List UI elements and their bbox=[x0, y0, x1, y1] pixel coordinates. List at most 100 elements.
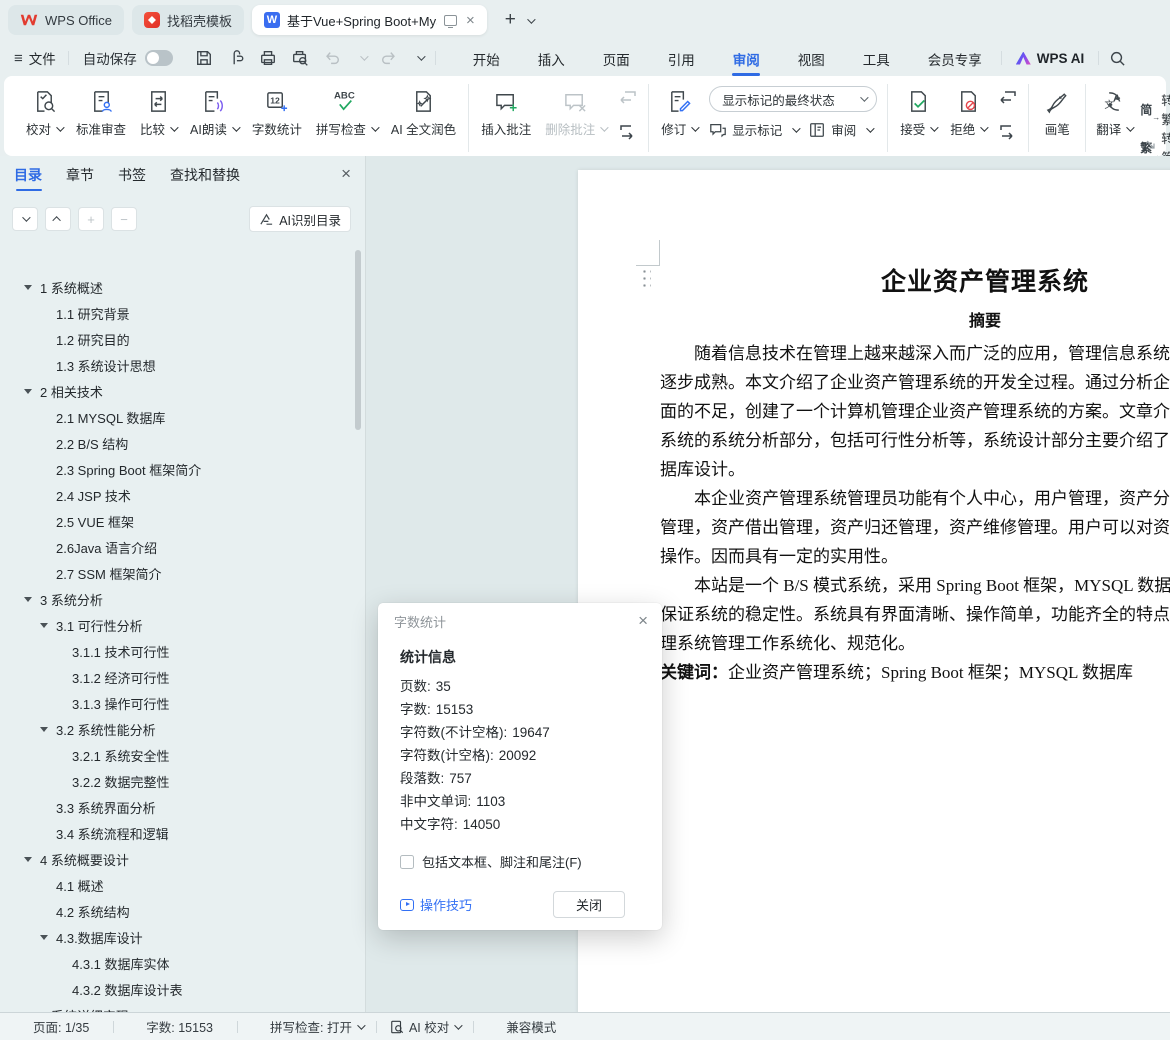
document-page[interactable]: 企业资产管理系统 摘要 随着信息技术在管理上越来越深入而广泛的应用，管理信息系统… bbox=[578, 170, 1170, 1012]
toc-zoom-in-button[interactable]: + bbox=[78, 207, 104, 231]
document-text-line[interactable]: 面的不足，创建了一个计算机管理企业资产管理系统的方案。文章介绍 bbox=[660, 397, 1170, 426]
document-text-line[interactable]: 管理，资产借出管理，资产归还管理，资产维修管理。用户可以对资产 bbox=[660, 513, 1170, 542]
toc-caret-icon[interactable] bbox=[24, 285, 40, 290]
close-tab-icon[interactable]: × bbox=[466, 13, 475, 28]
toc-item[interactable]: 3.1 可行性分析 bbox=[0, 612, 365, 638]
ribbon-tab[interactable]: 开始 bbox=[473, 41, 500, 76]
toc-item[interactable]: 3.1.3 操作可行性 bbox=[0, 690, 365, 716]
standard-review-button[interactable]: 标准审查 bbox=[70, 84, 132, 141]
review-pane-button[interactable]: 审阅 bbox=[808, 120, 875, 139]
previous-revision-icon[interactable] bbox=[996, 86, 1020, 110]
toc-caret-icon[interactable] bbox=[24, 597, 40, 602]
revise-button[interactable]: 修订 bbox=[655, 84, 703, 141]
translate-button[interactable]: A文 翻译 bbox=[1092, 84, 1136, 141]
tips-link[interactable]: 操作技巧 bbox=[400, 895, 472, 914]
save-icon[interactable] bbox=[195, 49, 213, 67]
ribbon-tab[interactable]: 会员专享 bbox=[928, 41, 982, 76]
new-tab-button[interactable]: + bbox=[505, 9, 516, 31]
document-text-line[interactable]: 理系统管理工作系统化、规范化。 bbox=[660, 629, 1170, 658]
search-icon[interactable] bbox=[1109, 50, 1126, 67]
file-menu-button[interactable]: ≡ 文件 bbox=[0, 48, 68, 68]
present-monitor-icon[interactable] bbox=[443, 14, 457, 28]
toc-caret-icon[interactable] bbox=[24, 857, 40, 862]
ribbon-tab[interactable]: 插入 bbox=[538, 41, 565, 76]
quick-access-more-icon[interactable] bbox=[416, 52, 426, 61]
toc-item[interactable]: 4.3.数据库设计 bbox=[0, 924, 365, 950]
autosave-toggle[interactable] bbox=[144, 50, 173, 66]
checkbox[interactable] bbox=[400, 854, 414, 869]
toc-item[interactable]: 3 系统分析 bbox=[0, 586, 365, 612]
spell-check-button[interactable]: ABC 拼写检查 bbox=[310, 84, 383, 141]
ribbon-tab[interactable]: 页面 bbox=[603, 41, 630, 76]
document-text-line[interactable]: 本站是一个 B/S 模式系统，采用 Spring Boot 框架，MYSQL 数… bbox=[660, 571, 1170, 600]
sidebar-tab[interactable]: 查找和替换 bbox=[170, 157, 240, 191]
sidebar-close-icon[interactable]: × bbox=[341, 164, 351, 184]
status-item[interactable]: 字数: 15153 bbox=[100, 1017, 224, 1036]
sidebar-tab[interactable]: 章节 bbox=[66, 157, 94, 191]
toc-item[interactable]: 4.2 系统结构 bbox=[0, 898, 365, 924]
ribbon-tab[interactable]: 审阅 bbox=[733, 41, 760, 76]
ai-read-button[interactable]: AI朗读 bbox=[184, 84, 244, 141]
toc-caret-icon[interactable] bbox=[40, 623, 56, 628]
wps-ai-button[interactable]: WPS AI bbox=[1015, 51, 1084, 66]
toc-item[interactable]: 4.3.2 数据库设计表 bbox=[0, 976, 365, 1002]
export-pdf-icon[interactable] bbox=[227, 49, 245, 67]
toc-item[interactable]: 3.3 系统界面分析 bbox=[0, 794, 365, 820]
toc-item[interactable]: 5 系统详细实现 bbox=[0, 1002, 365, 1013]
toc-caret-icon[interactable] bbox=[40, 935, 56, 940]
previous-comment-icon[interactable] bbox=[616, 86, 640, 110]
toc-item[interactable]: 2 相关技术 bbox=[0, 378, 365, 404]
toc-item[interactable]: 1.1 研究背景 bbox=[0, 300, 365, 326]
toc-item[interactable]: 2.7 SSM 框架简介 bbox=[0, 560, 365, 586]
toc-item[interactable]: 4 系统概要设计 bbox=[0, 846, 365, 872]
proofread-button[interactable]: 校对 bbox=[20, 84, 68, 141]
toc-item[interactable]: 2.1 MYSQL 数据库 bbox=[0, 404, 365, 430]
redo-icon[interactable] bbox=[380, 49, 398, 67]
toc-item[interactable]: 1 系统概述 bbox=[0, 274, 365, 300]
document-text-line[interactable]: 系统的系统分析部分，包括可行性分析等，系统设计部分主要介绍了系 bbox=[660, 426, 1170, 455]
status-item[interactable]: AI 校对 bbox=[363, 1017, 463, 1036]
status-item[interactable]: 页面: 1/35 bbox=[14, 1017, 100, 1036]
toc-item[interactable]: 2.6Java 语言介绍 bbox=[0, 534, 365, 560]
reject-button[interactable]: 拒绝 bbox=[944, 84, 992, 141]
include-footnotes-option[interactable]: 包括文本框、脚注和尾注(F) bbox=[400, 852, 640, 871]
toc-collapse-all-button[interactable] bbox=[45, 207, 71, 231]
word-count-button[interactable]: 12 字数统计 bbox=[246, 84, 308, 141]
toc-item[interactable]: 2.5 VUE 框架 bbox=[0, 508, 365, 534]
next-comment-icon[interactable] bbox=[616, 120, 640, 144]
insert-comment-button[interactable]: 插入批注 bbox=[475, 84, 537, 141]
simplified-to-traditional-button[interactable]: 简 转繁 bbox=[1140, 90, 1170, 128]
tab-docer-template[interactable]: 找稻壳模板 bbox=[131, 5, 244, 35]
toc-item[interactable]: 2.3 Spring Boot 框架简介 bbox=[0, 456, 365, 482]
toc-item[interactable]: 3.1.1 技术可行性 bbox=[0, 638, 365, 664]
print-preview-icon[interactable] bbox=[291, 49, 309, 67]
document-text-line[interactable]: 逐步成熟。本文介绍了企业资产管理系统的开发全过程。通过分析企业 bbox=[660, 368, 1170, 397]
toc-item[interactable]: 3.4 系统流程和逻辑 bbox=[0, 820, 365, 846]
dialog-header[interactable]: 字数统计 × bbox=[378, 603, 662, 639]
dialog-close-icon[interactable]: × bbox=[638, 611, 648, 631]
toc-caret-icon[interactable] bbox=[24, 389, 40, 394]
toc-item[interactable]: 2.4 JSP 技术 bbox=[0, 482, 365, 508]
toc-item[interactable]: 3.2.1 系统安全性 bbox=[0, 742, 365, 768]
ai-polish-button[interactable]: AI 全文润色 bbox=[385, 84, 462, 141]
print-icon[interactable] bbox=[259, 49, 277, 67]
ribbon-tab[interactable]: 工具 bbox=[863, 41, 890, 76]
accept-button[interactable]: 接受 bbox=[894, 84, 942, 141]
undo-icon[interactable] bbox=[323, 49, 341, 67]
brush-button[interactable]: 画笔 bbox=[1035, 84, 1079, 141]
dialog-close-button[interactable]: 关闭 bbox=[553, 891, 625, 918]
tab-list-dropdown-icon[interactable] bbox=[522, 11, 536, 29]
sidebar-scrollbar[interactable] bbox=[355, 250, 361, 430]
toc-item[interactable]: 2.2 B/S 结构 bbox=[0, 430, 365, 456]
toc-expand-all-button[interactable] bbox=[12, 207, 38, 231]
ribbon-tab[interactable]: 引用 bbox=[668, 41, 695, 76]
toc-item[interactable]: 4.1 概述 bbox=[0, 872, 365, 898]
document-text-line[interactable]: 操作。因而具有一定的实用性。 bbox=[660, 542, 1170, 571]
toc-zoom-out-button[interactable]: − bbox=[111, 207, 137, 231]
ribbon-expand-icon[interactable] bbox=[1146, 140, 1156, 150]
document-subtitle[interactable]: 摘要 bbox=[660, 307, 1170, 331]
sidebar-tab[interactable]: 目录 bbox=[14, 157, 42, 191]
toc-caret-icon[interactable] bbox=[40, 727, 56, 732]
keywords-line[interactable]: 关键词：企业资产管理系统；Spring Boot 框架；MYSQL 数据库 bbox=[660, 658, 1170, 687]
compare-button[interactable]: 比较 bbox=[134, 84, 182, 141]
